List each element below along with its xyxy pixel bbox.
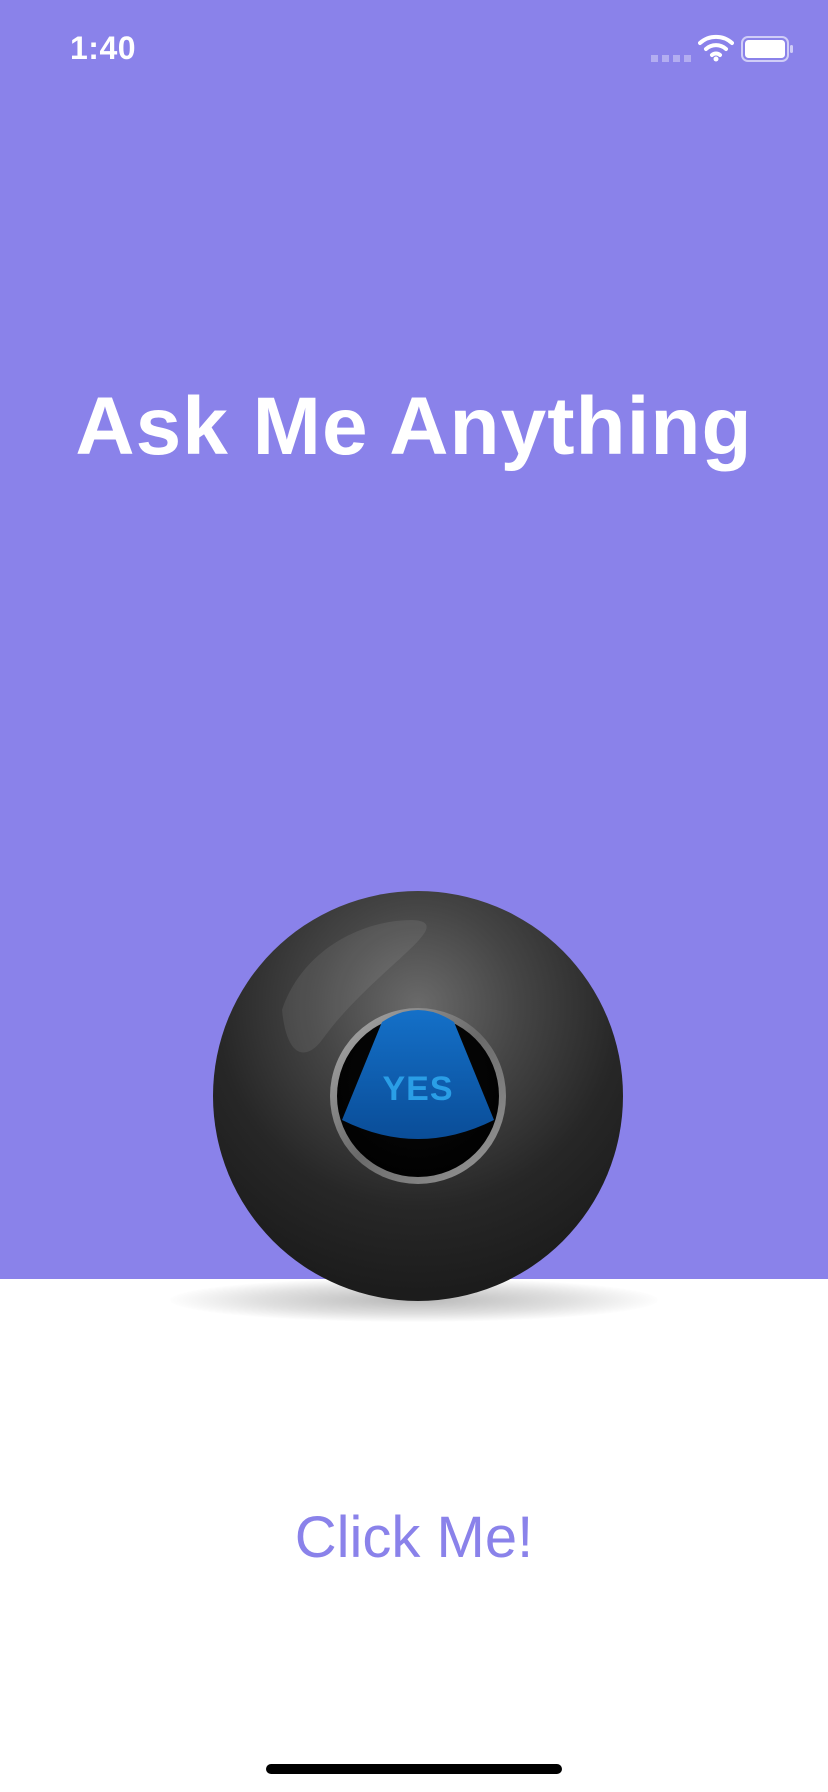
click-me-button[interactable]: Click Me! <box>264 1496 564 1578</box>
page-title: Ask Me Anything <box>75 381 753 472</box>
cellular-signal-icon <box>651 55 691 62</box>
status-time: 1:40 <box>70 30 137 66</box>
home-indicator <box>266 1764 562 1774</box>
status-bar: 1:40 <box>0 0 828 100</box>
battery-icon <box>741 36 793 62</box>
wifi-icon <box>698 34 734 62</box>
answer-text: YES <box>382 1070 454 1108</box>
